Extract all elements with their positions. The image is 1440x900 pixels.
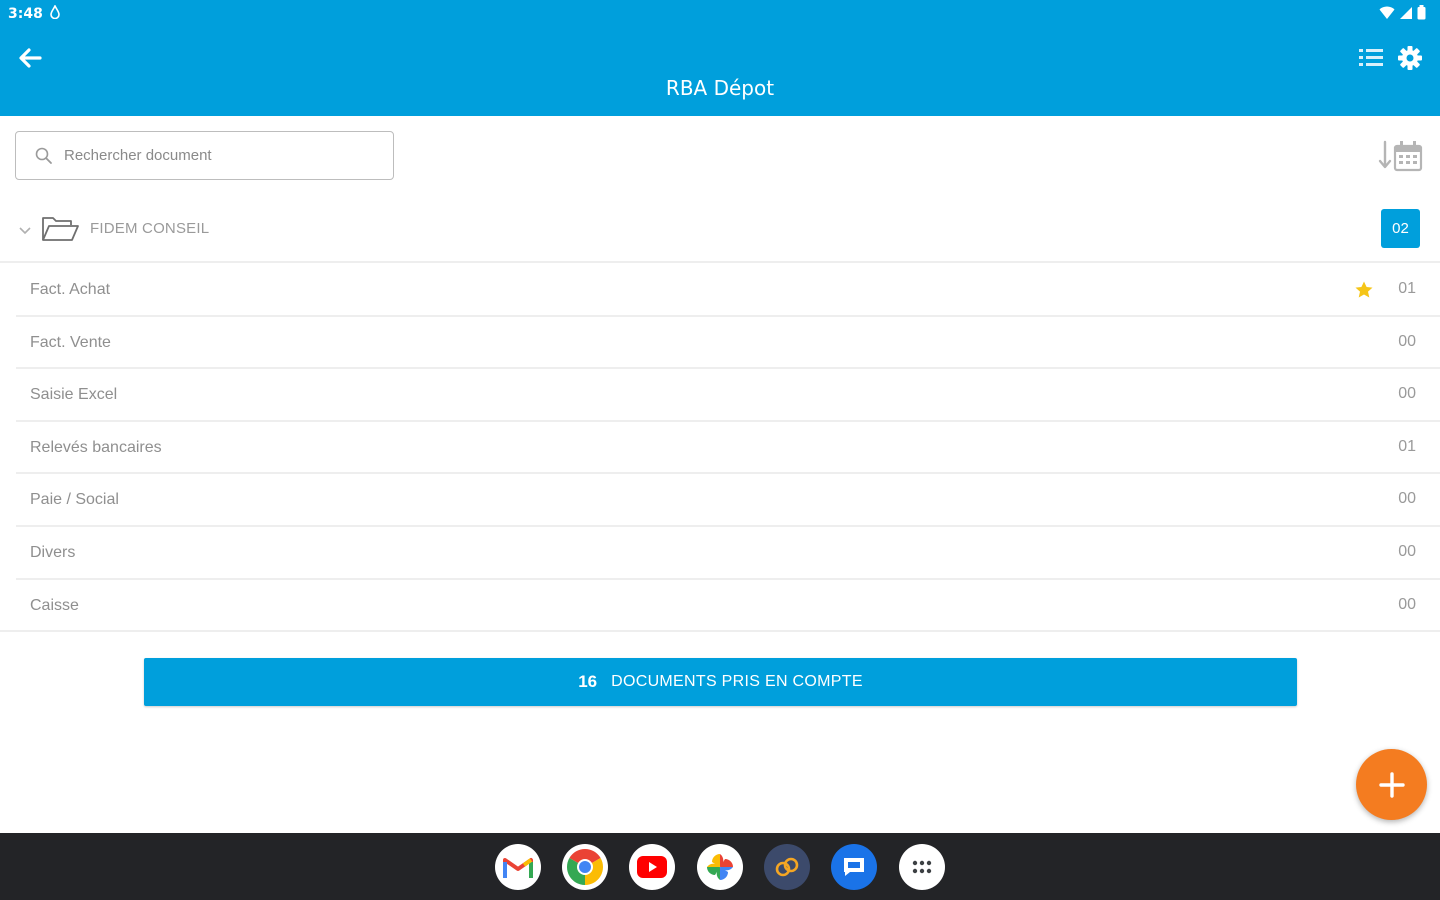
category-label: Saisie Excel (30, 386, 118, 404)
category-label: Divers (30, 543, 76, 561)
app-drawer-icon[interactable] (899, 844, 945, 890)
documents-count: 16 (578, 672, 598, 691)
app-bar: 3:48 RBA Dépot (0, 0, 1440, 116)
category-label: Paie / Social (30, 491, 119, 509)
category-label: Caisse (30, 596, 79, 614)
category-label: Fact. Achat (30, 281, 111, 298)
settings-gear-icon[interactable] (1396, 44, 1424, 72)
category-count: 00 (1398, 595, 1416, 613)
search-field[interactable] (15, 131, 394, 180)
page-title: RBA Dépot (665, 76, 775, 100)
plus-icon (1378, 771, 1405, 798)
list-item[interactable]: Fact. Vente 00 (16, 317, 1440, 370)
back-arrow-icon[interactable] (16, 44, 44, 72)
chrome-icon[interactable] (562, 844, 608, 890)
messages-icon[interactable] (831, 844, 877, 890)
photos-icon[interactable] (697, 844, 743, 890)
documents-count-button[interactable]: 16 DOCUMENTS PRIS EN COMPTE (144, 658, 1297, 706)
youtube-icon[interactable] (629, 844, 675, 890)
category-count: 01 (1398, 280, 1416, 297)
status-icons (1379, 5, 1426, 20)
folder-count-badge: 02 (1381, 209, 1420, 248)
folder-open-icon (42, 217, 79, 241)
category-count: 00 (1398, 332, 1416, 350)
category-count: 01 (1398, 437, 1416, 455)
status-time: 3:48 (8, 6, 43, 22)
chevron-down-icon (19, 227, 31, 235)
list-item[interactable]: Fact. Achat 01 (16, 264, 1440, 317)
add-document-button[interactable] (1356, 749, 1427, 820)
list-item[interactable]: Relevés bancaires 01 (16, 422, 1440, 475)
taskbar (0, 833, 1440, 900)
category-list: Fact. Achat 01 Fact. Vente 00 Saisie Exc… (0, 264, 1440, 633)
list-item[interactable]: Saisie Excel 00 (16, 369, 1440, 422)
search-input[interactable] (64, 147, 364, 164)
search-icon (35, 147, 52, 164)
list-view-icon[interactable] (1356, 44, 1386, 72)
folder-name: FIDEM CONSEIL (90, 220, 210, 237)
category-count: 00 (1398, 542, 1416, 560)
battery-icon (1417, 5, 1426, 20)
list-item[interactable]: Caisse 00 (0, 580, 1440, 633)
data-saver-icon (50, 4, 60, 22)
sort-by-date-icon[interactable] (1378, 138, 1424, 174)
documents-label: DOCUMENTS PRIS EN COMPTE (611, 673, 863, 690)
category-count: 00 (1398, 490, 1416, 508)
star-icon[interactable] (1354, 280, 1374, 300)
wifi-icon (1379, 6, 1395, 19)
list-item[interactable]: Paie / Social 00 (16, 474, 1440, 527)
list-item[interactable]: Divers 00 (16, 527, 1440, 580)
sync-app-icon[interactable] (764, 844, 810, 890)
app-root: 3:48 RBA Dépot Rechercher document FIDEM… (0, 0, 1440, 900)
gmail-icon[interactable] (495, 844, 541, 890)
folder-row[interactable]: FIDEM CONSEIL 02 (0, 203, 1440, 263)
category-count: 00 (1398, 385, 1416, 403)
signal-icon (1400, 6, 1412, 19)
category-label: Fact. Vente (30, 333, 111, 351)
category-label: Relevés bancaires (30, 438, 162, 456)
